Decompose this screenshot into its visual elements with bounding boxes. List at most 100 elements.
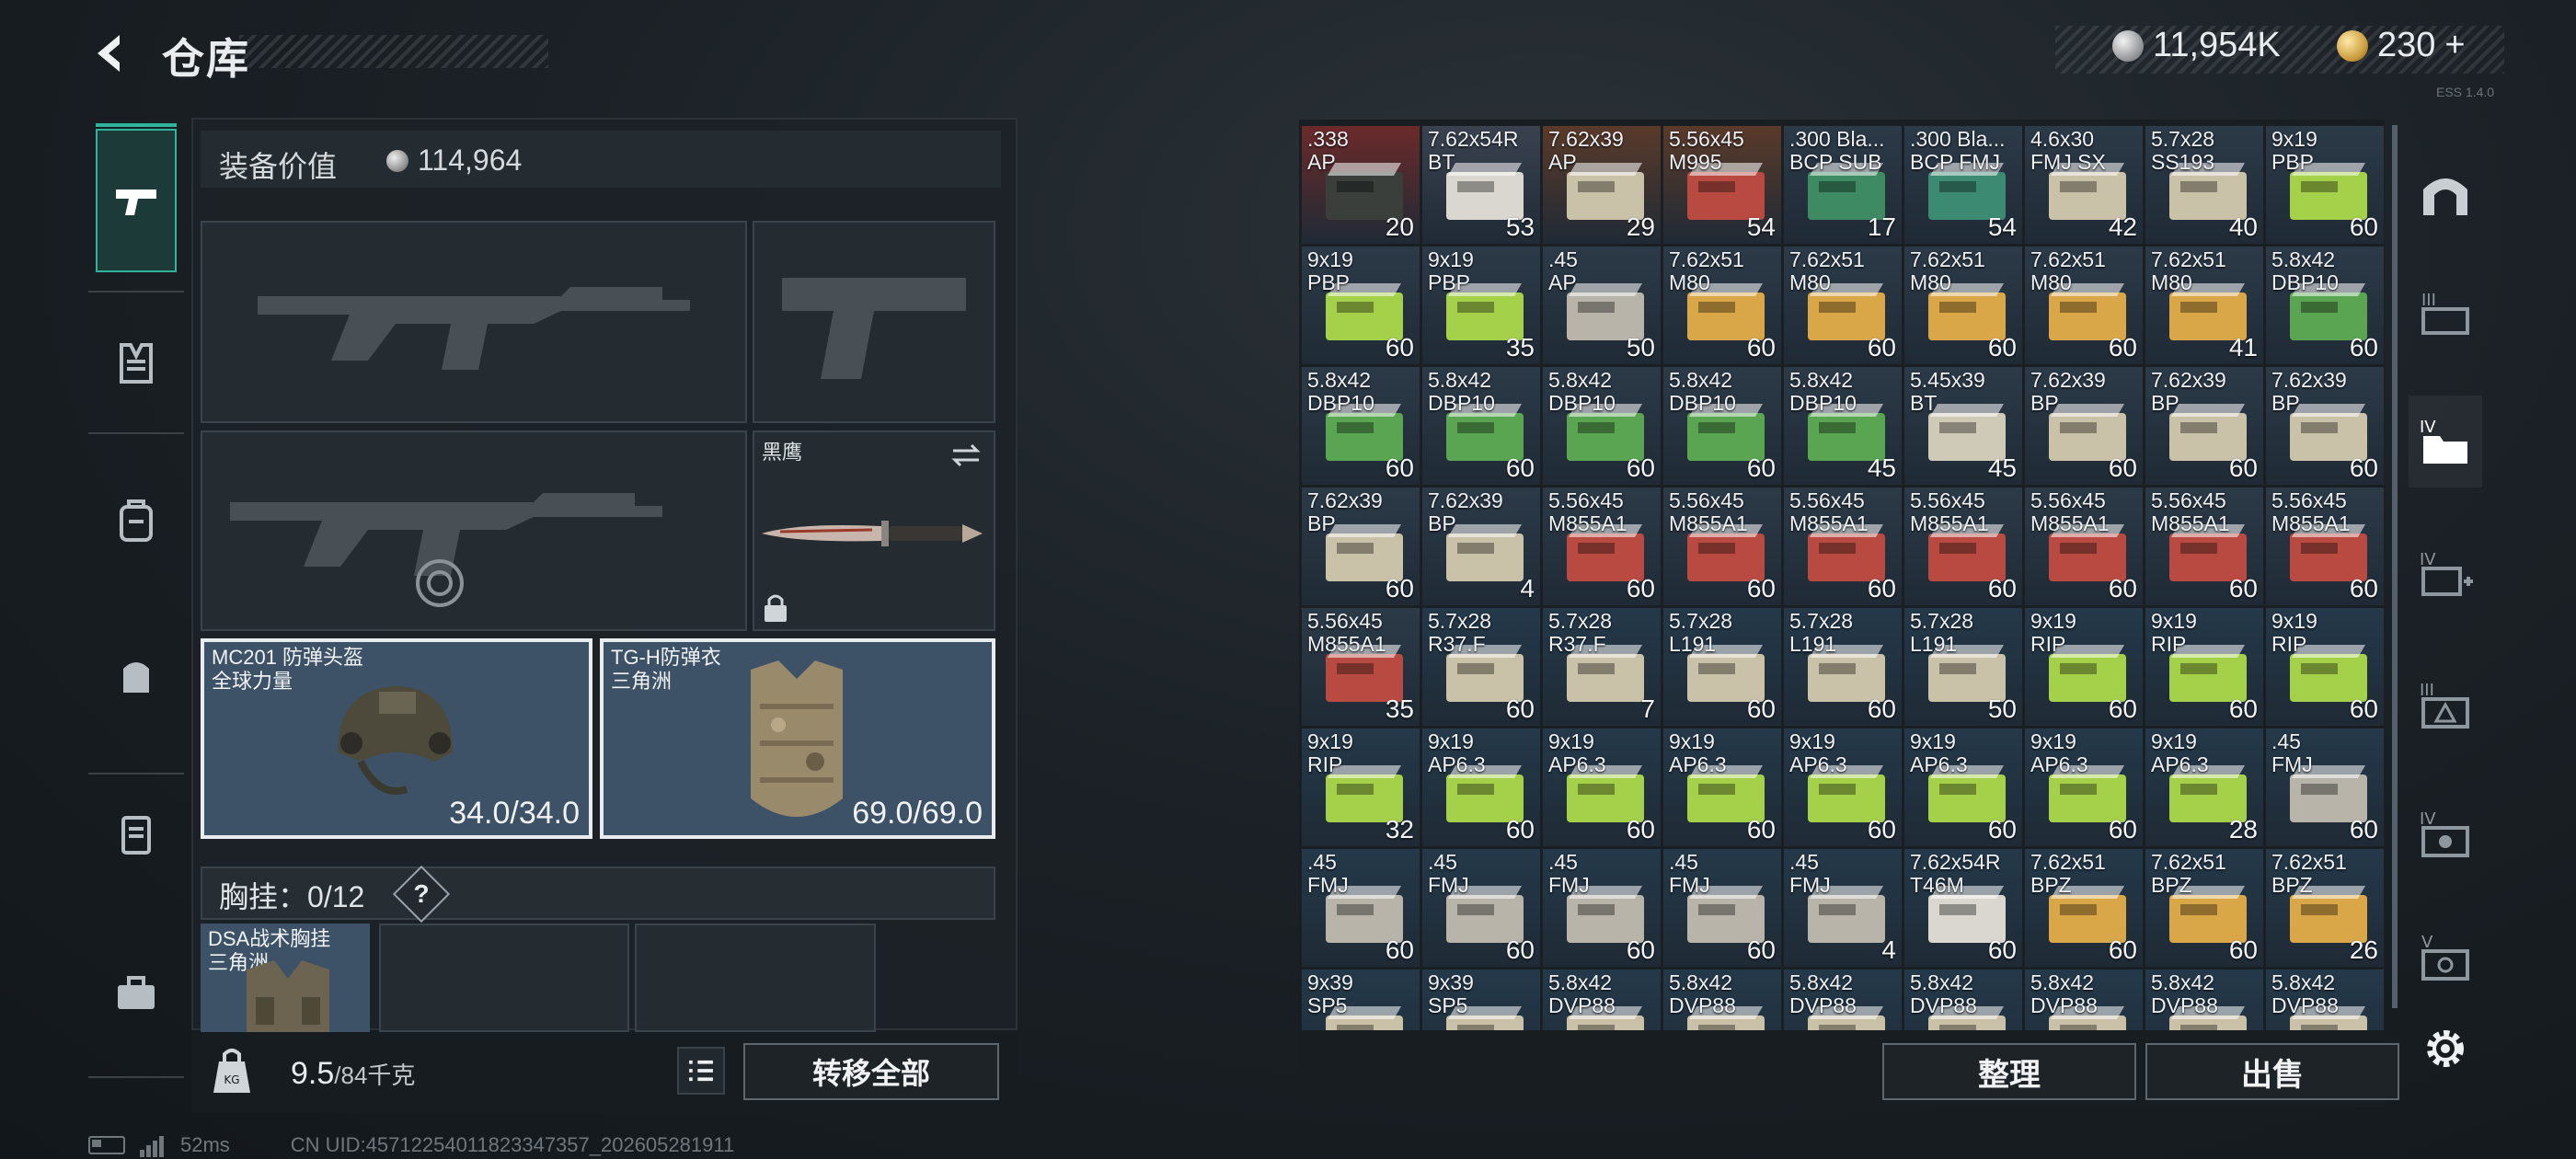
stash-item[interactable]: 5.7x28 R37.F 60 — [1421, 607, 1541, 727]
stash-item[interactable]: 5.8x42 DBP10 60 — [1301, 366, 1420, 486]
pistol-slot[interactable] — [753, 221, 995, 423]
stash-item[interactable]: 9x19 RIP 60 — [2145, 607, 2264, 727]
stash-item[interactable]: .300 Bla... BCP SUB 17 — [1783, 125, 1903, 245]
transfer-all-button[interactable]: 转移全部 — [743, 1043, 999, 1100]
stash-item[interactable]: 7.62x39 AP 29 — [1542, 125, 1662, 245]
sell-button[interactable]: 出售 — [2145, 1043, 2399, 1100]
list-view-button[interactable] — [677, 1047, 725, 1095]
stash-item[interactable]: 9x19 PBP 60 — [2265, 125, 2385, 245]
stash-item[interactable]: 5.45x39 BT 45 — [1903, 366, 2023, 486]
stash-item[interactable]: .45 FMJ 60 — [1301, 848, 1420, 968]
stash-item[interactable]: 7.62x51 M80 60 — [1783, 246, 1903, 365]
tab-medkit-iv[interactable]: IV — [2409, 528, 2482, 620]
stash-item[interactable]: 7.62x51 BPZ 26 — [2265, 848, 2385, 968]
armor-slot[interactable]: TG-H防弹衣 三角洲 69.0/69.0 — [600, 638, 995, 839]
stash-item[interactable]: 5.7x28 L191 60 — [1662, 607, 1782, 727]
stash-item[interactable]: 5.8x42 DVP88 — [2145, 969, 2264, 1030]
tab-gearbox-iv[interactable]: IV — [2409, 787, 2482, 879]
stash-item[interactable]: .45 FMJ 60 — [2265, 728, 2385, 847]
chest-rig-slot[interactable] — [635, 924, 876, 1032]
stash-item[interactable]: 7.62x51 M80 60 — [2024, 246, 2144, 365]
stash-item[interactable]: 5.8x42 DBP10 60 — [1542, 366, 1662, 486]
stash-item[interactable]: 9x19 RIP 60 — [2024, 607, 2144, 727]
tab-stash[interactable] — [2409, 147, 2482, 239]
tab-case[interactable] — [96, 782, 177, 883]
stash-item[interactable]: 5.7x28 SS193 40 — [2145, 125, 2264, 245]
stash-item[interactable]: 9x19 AP6.3 60 — [1421, 728, 1541, 847]
secondary-weapon-slot[interactable] — [201, 430, 747, 631]
stash-item[interactable]: 7.62x39 BP 60 — [2024, 366, 2144, 486]
stash-item[interactable]: 5.56x45 M855A1 60 — [1662, 487, 1782, 606]
tab-weapons[interactable] — [96, 123, 177, 272]
stash-item[interactable]: 5.8x42 DBP10 60 — [2265, 246, 2385, 365]
stash-item[interactable]: 7.62x51 M80 60 — [1903, 246, 2023, 365]
back-button[interactable] — [85, 28, 136, 79]
melee-slot[interactable]: 黑鹰 — [753, 430, 995, 631]
stash-item[interactable]: 9x19 AP6.3 60 — [1903, 728, 2023, 847]
gold-add-button[interactable]: + — [2444, 26, 2465, 65]
settings-button[interactable] — [2418, 1021, 2473, 1076]
stash-item[interactable]: .45 FMJ 60 — [1542, 848, 1662, 968]
stash-item[interactable]: 5.7x28 L191 60 — [1783, 607, 1903, 727]
stash-item[interactable]: 5.8x42 DBP10 45 — [1783, 366, 1903, 486]
stash-item[interactable]: 5.56x45 M995 54 — [1662, 125, 1782, 245]
stash-item[interactable]: 7.62x54R BT 53 — [1421, 125, 1541, 245]
primary-weapon-slot[interactable] — [201, 221, 747, 423]
stash-item[interactable]: 7.62x51 M80 41 — [2145, 246, 2264, 365]
tab-hazard-iii[interactable]: III — [2409, 659, 2482, 751]
stash-item[interactable]: 9x19 PBP 60 — [1301, 246, 1420, 365]
stash-item[interactable]: 4.6x30 FMJ SX 42 — [2024, 125, 2144, 245]
stash-item[interactable]: 9x19 AP6.3 60 — [2024, 728, 2144, 847]
tab-pouch[interactable] — [96, 625, 177, 727]
stash-item[interactable]: 5.56x45 M855A1 60 — [2265, 487, 2385, 606]
stash-item[interactable]: 7.62x39 BP 60 — [2265, 366, 2385, 486]
stash-item[interactable]: 5.8x42 DVP88 — [1903, 969, 2023, 1030]
stash-item[interactable]: 5.56x45 M855A1 35 — [1301, 607, 1420, 727]
stash-item[interactable]: 9x19 AP6.3 28 — [2145, 728, 2264, 847]
stash-item[interactable]: 7.62x39 BP 4 — [1421, 487, 1541, 606]
gold-currency[interactable]: 230 + — [2337, 26, 2466, 65]
stash-item[interactable]: 5.56x45 M855A1 60 — [1542, 487, 1662, 606]
stash-item[interactable]: 5.8x42 DVP88 — [2265, 969, 2385, 1030]
stash-item[interactable]: 5.8x42 DVP88 — [1783, 969, 1903, 1030]
stash-item[interactable]: 9x19 AP6.3 60 — [1662, 728, 1782, 847]
stash-item[interactable]: 5.56x45 M855A1 60 — [1903, 487, 2023, 606]
stash-item[interactable]: .45 FMJ 4 — [1783, 848, 1903, 968]
sort-button[interactable]: 整理 — [1882, 1043, 2136, 1100]
tab-toolbox[interactable] — [96, 942, 177, 1043]
help-button[interactable]: ? — [401, 874, 442, 914]
chest-rig-item[interactable]: DSA战术胸挂 三角洲 — [201, 924, 370, 1032]
stash-item[interactable]: .45 AP 50 — [1542, 246, 1662, 365]
tab-toolbox-v[interactable]: V — [2409, 911, 2482, 1003]
stash-item[interactable]: 5.8x42 DVP88 — [1662, 969, 1782, 1030]
stash-item[interactable]: 5.8x42 DBP10 60 — [1662, 366, 1782, 486]
stash-item[interactable]: 7.62x51 BPZ 60 — [2145, 848, 2264, 968]
stash-item[interactable]: 5.8x42 DVP88 — [2024, 969, 2144, 1030]
stash-item[interactable]: 5.8x42 DBP10 60 — [1421, 366, 1541, 486]
tab-backpack[interactable] — [96, 469, 177, 570]
stash-item[interactable]: 7.62x39 BP 60 — [1301, 487, 1420, 606]
stash-item[interactable]: 7.62x51 M80 60 — [1662, 246, 1782, 365]
stash-item[interactable]: 7.62x39 BP 60 — [2145, 366, 2264, 486]
stash-item[interactable]: .45 FMJ 60 — [1421, 848, 1541, 968]
helmet-slot[interactable]: MC201 防弹头盔 全球力量 34.0/34.0 — [201, 638, 592, 839]
stash-item[interactable]: 5.7x28 R37.F 7 — [1542, 607, 1662, 727]
stash-item[interactable]: 5.7x28 L191 50 — [1903, 607, 2023, 727]
stash-item[interactable]: 5.8x42 DVP88 — [1542, 969, 1662, 1030]
stash-item[interactable]: 9x19 RIP 60 — [2265, 607, 2385, 727]
stash-item[interactable]: 5.56x45 M855A1 60 — [2145, 487, 2264, 606]
stash-item[interactable]: 5.56x45 M855A1 60 — [2024, 487, 2144, 606]
stash-item[interactable]: 7.62x54R T46M 60 — [1903, 848, 2023, 968]
tab-vest[interactable] — [96, 313, 177, 414]
stash-item[interactable]: 9x19 AP6.3 60 — [1783, 728, 1903, 847]
stash-item[interactable]: 9x19 PBP 35 — [1421, 246, 1541, 365]
swap-icon[interactable] — [949, 442, 983, 469]
stash-item[interactable]: 5.56x45 M855A1 60 — [1783, 487, 1903, 606]
stash-item[interactable]: .338 AP 20 — [1301, 125, 1420, 245]
chest-rig-slot[interactable] — [379, 924, 629, 1032]
stash-item[interactable]: 9x39 SP5 — [1421, 969, 1541, 1030]
stash-item[interactable]: 9x19 RIP 32 — [1301, 728, 1420, 847]
stash-scrollbar[interactable] — [2392, 125, 2398, 1008]
stash-item[interactable]: 9x19 AP6.3 60 — [1542, 728, 1662, 847]
stash-item[interactable]: .300 Bla... BCP FMJ 54 — [1903, 125, 2023, 245]
